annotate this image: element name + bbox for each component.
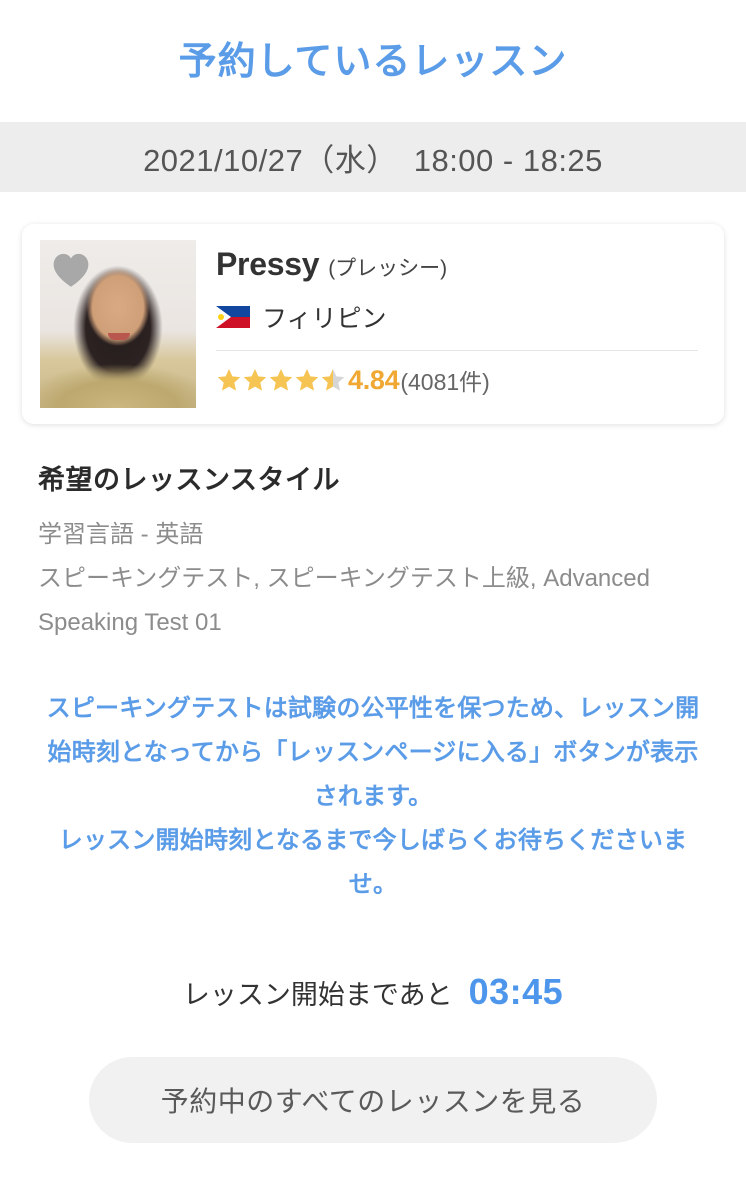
star-icon-full-3 xyxy=(269,368,293,391)
teacher-country-name: フィリピン xyxy=(262,305,387,333)
view-all-reserved-lessons-button[interactable]: 予約中のすべてのレッスンを見る xyxy=(89,1057,657,1143)
lesson-notice-paragraph-2: レッスン開始時刻となるまで今しばらくお待ちくださいませ。 xyxy=(58,827,688,898)
teacher-photo[interactable] xyxy=(40,240,196,408)
lesson-style-heading: 希望のレッスンスタイル xyxy=(38,465,340,495)
lesson-notice-paragraph-1: スピーキングテストは試験の公平性を保つため、レッスン開始時刻となってから「レッス… xyxy=(46,695,700,810)
lesson-style-body: 学習言語 - 英語 スピーキングテスト, スピーキングテスト上級, Advanc… xyxy=(38,513,708,645)
star-icon-full-4 xyxy=(295,368,319,391)
teacher-photo-smile xyxy=(108,333,130,340)
countdown-value: 03:45 xyxy=(468,971,564,1012)
countdown-label: レッスン開始まであと xyxy=(182,979,453,1010)
lesson-style-section: 希望のレッスンスタイル 学習言語 - 英語 スピーキングテスト, スピーキングテ… xyxy=(0,424,746,645)
footer-actions: 予約中のすべてのレッスンを見る xyxy=(0,1057,746,1143)
teacher-card-container: Pressy (プレッシー) フィリピン 4.84 (4081件) xyxy=(0,192,746,424)
philippines-flag-icon xyxy=(216,306,250,328)
lesson-datetime-text: 2021/10/27（水） 18:00 - 18:25 xyxy=(143,142,603,178)
star-icon-full-1 xyxy=(217,368,241,391)
teacher-card[interactable]: Pressy (プレッシー) フィリピン 4.84 (4081件) xyxy=(22,224,724,424)
rating-stars xyxy=(216,367,346,393)
card-divider xyxy=(216,350,698,351)
star-icon-half-5 xyxy=(321,368,345,391)
lesson-style-materials: スピーキングテスト, スピーキングテスト上級, Advanced Speakin… xyxy=(38,565,650,636)
page-title: 予約しているレッスン xyxy=(178,40,568,83)
lesson-notice: スピーキングテストは試験の公平性を保つため、レッスン開始時刻となってから「レッス… xyxy=(36,687,710,907)
teacher-name-row: Pressy (プレッシー) xyxy=(216,246,706,283)
teacher-photo-shoulders xyxy=(40,356,196,408)
teacher-name-kana: (プレッシー) xyxy=(328,257,448,280)
countdown-row: レッスン開始まであと 03:45 xyxy=(0,971,746,1013)
lesson-style-language: 学習言語 - 英語 xyxy=(38,521,204,548)
heart-icon[interactable] xyxy=(51,252,91,288)
rating-count: (4081件) xyxy=(400,369,490,395)
teacher-name: Pressy xyxy=(216,246,320,282)
star-icon-full-2 xyxy=(243,368,267,391)
lesson-datetime-bar: 2021/10/27（水） 18:00 - 18:25 xyxy=(0,122,746,192)
teacher-rating-row: 4.84 (4081件) xyxy=(216,363,706,397)
teacher-country-row: フィリピン xyxy=(216,299,706,335)
rating-value: 4.84 xyxy=(348,364,400,395)
teacher-info: Pressy (プレッシー) フィリピン 4.84 (4081件) xyxy=(196,240,706,397)
